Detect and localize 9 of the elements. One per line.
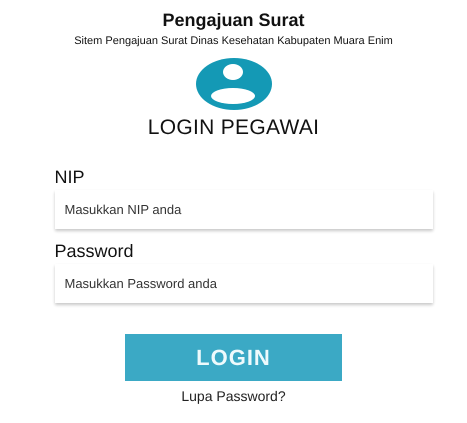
app-subtitle: Sitem Pengajuan Surat Dinas Kesehatan Kabupaten Muara Enim bbox=[74, 34, 393, 48]
app-title: Pengajuan Surat bbox=[162, 9, 305, 31]
field-label: Password bbox=[54, 240, 134, 262]
forgot-password-link[interactable]: Lupa Password? bbox=[181, 388, 286, 404]
field-label: NIP bbox=[54, 166, 85, 188]
user-avatar-icon bbox=[196, 58, 272, 110]
input-field[interactable]: Masukkan Password anda bbox=[54, 264, 432, 303]
input-field[interactable]: Masukkan NIP anda bbox=[54, 190, 432, 229]
login-heading: LOGIN PEGAWAI bbox=[148, 116, 320, 140]
